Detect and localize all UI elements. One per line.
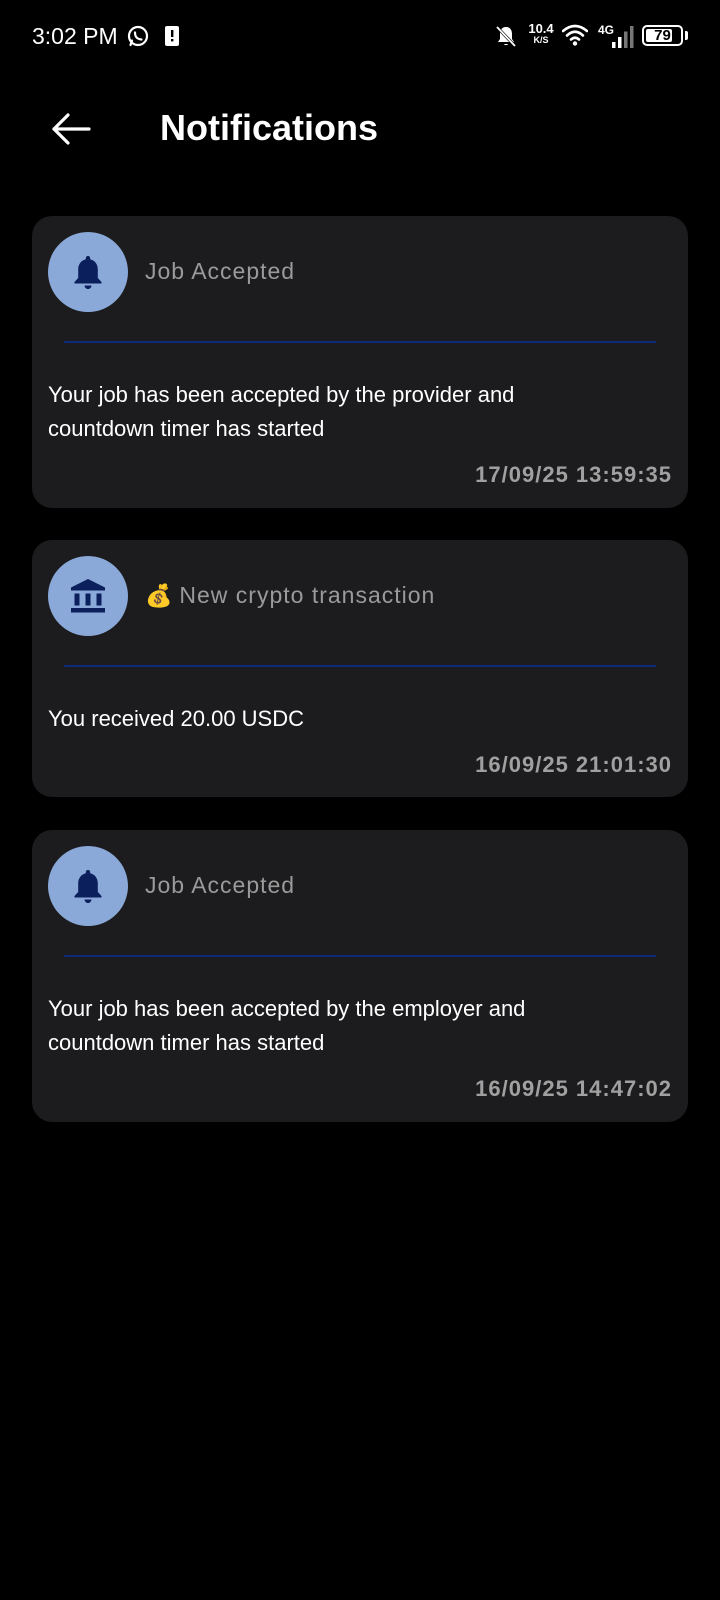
- notification-card[interactable]: 💰 New crypto transaction You received 20.…: [32, 540, 688, 797]
- signal-icon: [612, 26, 638, 58]
- wifi-icon: [561, 24, 589, 56]
- notification-message: Your job has been accepted by the employ…: [48, 996, 526, 1055]
- back-button[interactable]: [44, 104, 100, 154]
- notification-message: You received 20.00 USDC: [48, 706, 305, 731]
- notification-timestamp: 16/09/25 21:01:30: [475, 752, 672, 777]
- money-bag-icon: 💰: [145, 583, 174, 608]
- notification-avatar: [48, 232, 128, 312]
- card-divider: [64, 341, 656, 343]
- notification-title-text: New crypto transaction: [179, 582, 436, 608]
- status-time: 3:02 PM: [32, 23, 118, 49]
- mute-bell-icon: [494, 24, 518, 56]
- card-divider: [64, 665, 656, 667]
- notification-title: Job Accepted: [145, 872, 296, 898]
- notification-title: 💰 New crypto transaction: [145, 580, 435, 611]
- battery-tip: [685, 31, 688, 40]
- notification-timestamp: 17/09/25 13:59:35: [475, 462, 672, 487]
- battery-level: 79: [654, 27, 671, 44]
- bell-icon: [74, 870, 102, 903]
- network-speed-unit: K/S: [533, 35, 549, 45]
- notification-timestamp: 16/09/25 14:47:02: [475, 1076, 672, 1101]
- notification-avatar: [48, 846, 128, 926]
- status-bar: 3:02 PM 10.4 K/S 4G 79: [0, 0, 720, 72]
- card-divider: [64, 955, 656, 957]
- whatsapp-icon: [126, 24, 150, 48]
- bank-icon: [71, 579, 105, 613]
- network-speed-value: 10.4: [528, 21, 554, 36]
- page-title: Notifications: [160, 107, 379, 148]
- network-speed: 10.4 K/S: [526, 22, 556, 45]
- arrow-left-icon: [52, 113, 91, 145]
- sim-alert-icon: [160, 24, 184, 48]
- notification-card[interactable]: Job Accepted Your job has been accepted …: [32, 216, 688, 508]
- bell-icon: [74, 256, 102, 289]
- notification-title: Job Accepted: [145, 258, 296, 284]
- notification-avatar: [48, 556, 128, 636]
- battery-icon: 79: [642, 25, 683, 46]
- notification-card[interactable]: Job Accepted Your job has been accepted …: [32, 830, 688, 1122]
- notification-message: Your job has been accepted by the provid…: [48, 382, 515, 441]
